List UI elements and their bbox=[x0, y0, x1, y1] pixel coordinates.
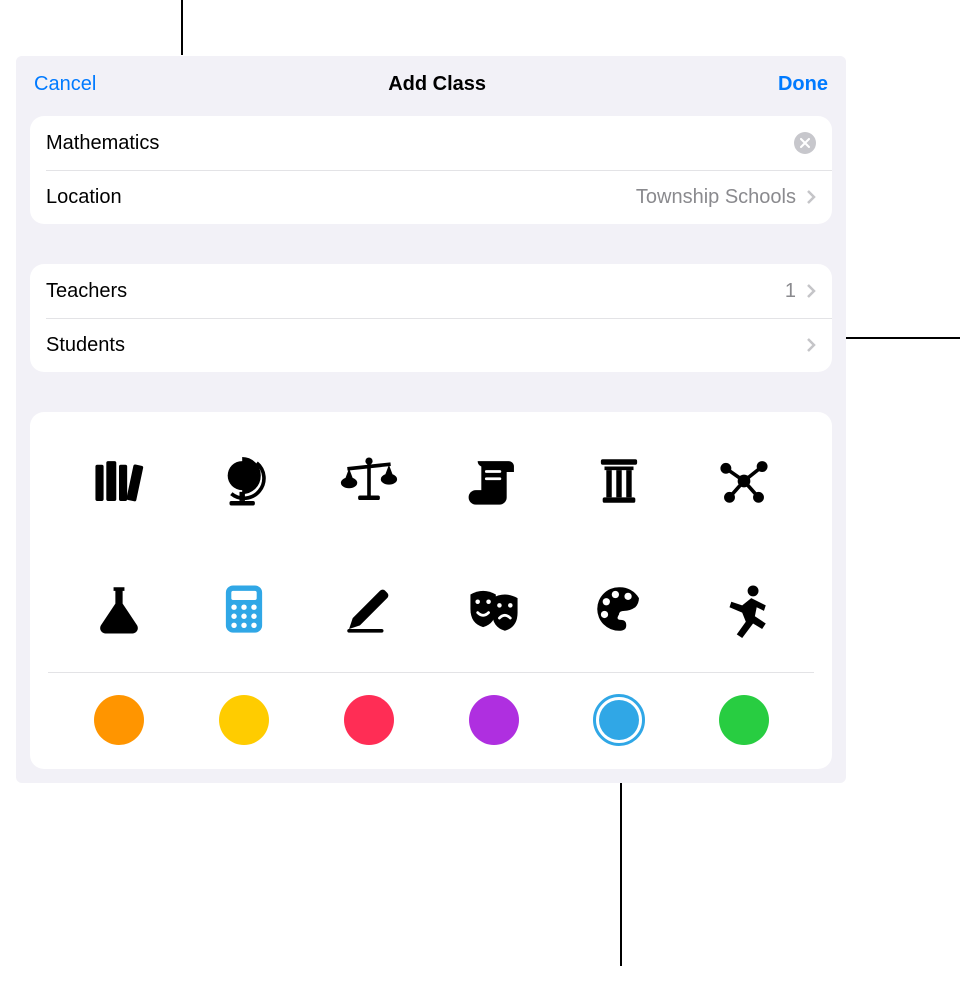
people-group: Teachers 1 Students bbox=[30, 264, 832, 372]
location-label: Location bbox=[46, 186, 122, 209]
books-icon[interactable] bbox=[84, 446, 154, 516]
icon-grid bbox=[48, 436, 814, 672]
color-swatch-purple[interactable] bbox=[469, 695, 519, 745]
picker-divider bbox=[48, 672, 814, 673]
teachers-count: 1 bbox=[785, 280, 802, 303]
chevron-right-icon bbox=[806, 283, 816, 299]
navbar: Cancel Add Class Done bbox=[16, 56, 846, 112]
teachers-row[interactable]: Teachers 1 bbox=[30, 264, 832, 318]
pencil-icon[interactable] bbox=[334, 574, 404, 644]
chevron-right-icon bbox=[806, 189, 816, 205]
callout-line-top bbox=[181, 0, 183, 55]
sheet-title: Add Class bbox=[388, 73, 486, 96]
color-swatch-pink[interactable] bbox=[344, 695, 394, 745]
class-info-group: Location Township Schools bbox=[30, 116, 832, 224]
color-row bbox=[48, 691, 814, 751]
callout-line-bottom bbox=[620, 766, 622, 966]
appearance-picker bbox=[30, 412, 832, 769]
scroll-icon[interactable] bbox=[459, 446, 529, 516]
color-swatch-yellow[interactable] bbox=[219, 695, 269, 745]
molecule-icon[interactable] bbox=[709, 446, 779, 516]
class-name-input[interactable] bbox=[46, 132, 786, 155]
students-label: Students bbox=[46, 334, 125, 357]
clear-name-button[interactable] bbox=[794, 132, 816, 154]
runner-icon[interactable] bbox=[709, 574, 779, 644]
done-button[interactable]: Done bbox=[778, 73, 828, 96]
color-swatch-blue[interactable] bbox=[594, 695, 644, 745]
xmark-icon bbox=[800, 136, 810, 151]
students-row[interactable]: Students bbox=[30, 318, 832, 372]
color-swatch-green[interactable] bbox=[719, 695, 769, 745]
add-class-sheet: Cancel Add Class Done Location Township … bbox=[16, 56, 846, 783]
location-row[interactable]: Location Township Schools bbox=[30, 170, 832, 224]
chevron-right-icon bbox=[806, 337, 816, 353]
globe-icon[interactable] bbox=[209, 446, 279, 516]
color-swatch-orange[interactable] bbox=[94, 695, 144, 745]
palette-icon[interactable] bbox=[584, 574, 654, 644]
cancel-button[interactable]: Cancel bbox=[34, 73, 96, 96]
location-value: Township Schools bbox=[636, 186, 802, 209]
class-name-row[interactable] bbox=[30, 116, 832, 170]
scales-icon[interactable] bbox=[334, 446, 404, 516]
masks-icon[interactable] bbox=[459, 574, 529, 644]
teachers-label: Teachers bbox=[46, 280, 127, 303]
calculator-icon[interactable] bbox=[209, 574, 279, 644]
flask-icon[interactable] bbox=[84, 574, 154, 644]
column-icon[interactable] bbox=[584, 446, 654, 516]
